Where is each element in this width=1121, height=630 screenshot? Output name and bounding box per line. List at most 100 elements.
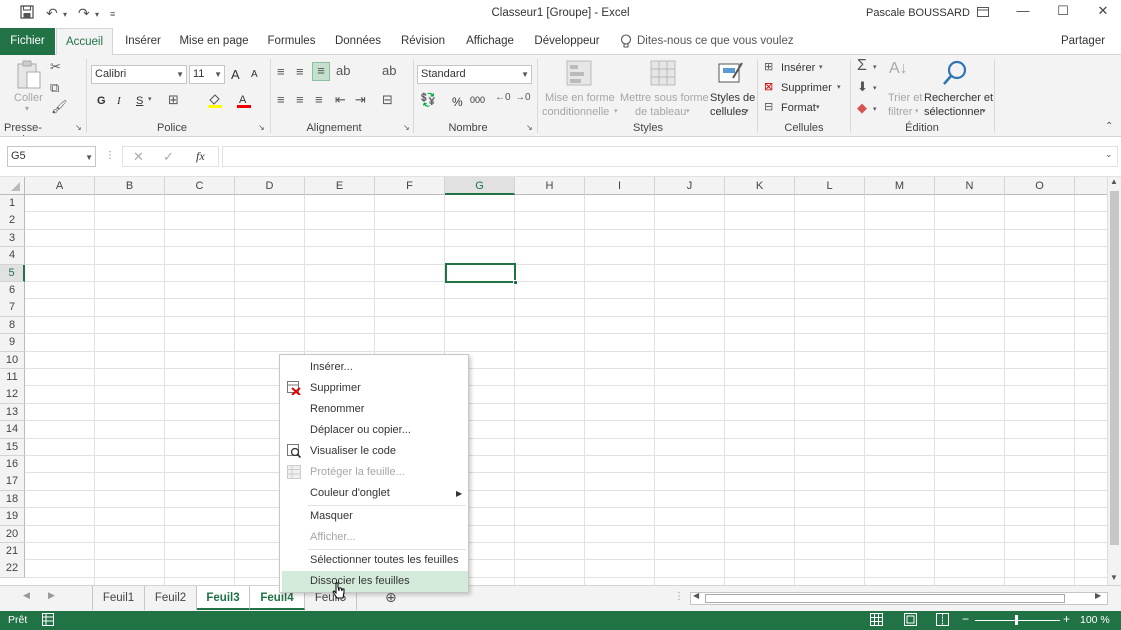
align-middle-icon[interactable]: ≡	[296, 64, 304, 79]
scroll-tabs-right-icon[interactable]: ▶	[48, 590, 55, 601]
menu-item-select-all-sheets[interactable]: Sélectionner toutes les feuilles	[282, 550, 468, 571]
formula-input[interactable]	[222, 146, 1118, 167]
row-header-12[interactable]: 12	[0, 386, 25, 404]
tab-insert[interactable]: Insérer	[122, 28, 164, 55]
column-header-h[interactable]: H	[515, 177, 585, 195]
conditional-formatting-icon[interactable]	[566, 60, 592, 89]
fill-handle[interactable]	[513, 280, 518, 285]
tab-review[interactable]: Révision	[397, 28, 449, 55]
align-right-icon[interactable]: ≡	[315, 92, 323, 107]
row-header-7[interactable]: 7	[0, 299, 25, 317]
find-select-icon[interactable]	[942, 60, 968, 89]
menu-item-hide[interactable]: Masquer	[282, 506, 468, 527]
menu-item-move-copy[interactable]: Déplacer ou copier...	[282, 420, 468, 441]
tab-developer[interactable]: Développeur	[531, 28, 603, 55]
active-cell-g5[interactable]	[445, 263, 518, 285]
minimize-icon[interactable]: —	[1010, 3, 1036, 23]
menu-item-view-code[interactable]: Visualiser le code	[282, 441, 468, 462]
row-header-16[interactable]: 16	[0, 456, 25, 474]
collapse-ribbon-icon[interactable]: ⌃	[1105, 121, 1113, 132]
decrease-decimal-icon[interactable]: →0	[515, 92, 531, 103]
cell-styles-label[interactable]: Styles de	[710, 92, 755, 104]
scroll-down-icon[interactable]: ▼	[1110, 573, 1118, 582]
cancel-icon[interactable]: ✕	[133, 149, 144, 165]
normal-view-icon[interactable]	[870, 613, 883, 629]
decrease-indent-icon[interactable]: ⇤	[335, 92, 346, 108]
autosum-icon[interactable]: Σ	[857, 57, 867, 75]
italic-button[interactable]: I	[117, 95, 121, 107]
clear-icon[interactable]: ◆	[857, 100, 867, 116]
format-painter-icon[interactable]: 🖌	[51, 99, 68, 115]
font-name-combo[interactable]: Calibri ▼	[91, 65, 187, 84]
horizontal-scrollbar[interactable]: ◀ ▶	[690, 591, 1108, 605]
tab-page-layout[interactable]: Mise en page	[177, 28, 251, 55]
row-header-4[interactable]: 4	[0, 247, 25, 265]
increase-indent-icon[interactable]: ⇥	[355, 92, 366, 108]
scroll-up-icon[interactable]: ▲	[1110, 177, 1118, 186]
merge-center-icon[interactable]: ⊟	[382, 92, 393, 108]
delete-cells-button[interactable]: Supprimer	[781, 82, 832, 94]
menu-item-insert[interactable]: Insérer...	[282, 357, 468, 378]
horizontal-scroll-thumb[interactable]	[705, 594, 1065, 603]
paste-icon[interactable]	[16, 60, 42, 93]
sheet-tab-feuil2[interactable]: Feuil2	[145, 586, 197, 610]
underline-dropdown-icon[interactable]: ▾	[148, 95, 152, 103]
fill-icon[interactable]: ⬇	[857, 79, 868, 95]
sheet-tab-feuil3[interactable]: Feuil3	[197, 586, 250, 610]
align-bottom-icon[interactable]: ≡	[312, 62, 330, 81]
row-header-21[interactable]: 21	[0, 543, 25, 561]
row-header-19[interactable]: 19	[0, 508, 25, 526]
tab-data[interactable]: Données	[332, 28, 384, 55]
column-header-i[interactable]: I	[585, 177, 655, 195]
scroll-left-icon[interactable]: ◀	[693, 591, 699, 600]
font-size-combo[interactable]: 11 ▼	[189, 65, 225, 84]
tab-home[interactable]: Accueil	[56, 28, 113, 56]
column-header-k[interactable]: K	[725, 177, 795, 195]
bold-button[interactable]: G	[97, 95, 106, 107]
row-header-14[interactable]: 14	[0, 421, 25, 439]
number-launcher-icon[interactable]: ↘	[526, 123, 533, 132]
zoom-in-icon[interactable]: +	[1063, 612, 1070, 626]
menu-item-unhide[interactable]: Afficher...	[282, 527, 468, 548]
close-icon[interactable]: ✕	[1090, 3, 1116, 23]
format-as-table-icon[interactable]	[650, 60, 676, 89]
menu-item-ungroup-sheets[interactable]: Dissocier les feuilles	[282, 571, 468, 592]
alignment-launcher-icon[interactable]: ↘	[403, 123, 410, 132]
column-header-j[interactable]: J	[655, 177, 725, 195]
row-header-6[interactable]: 6	[0, 282, 25, 300]
worksheet-grid[interactable]: ABCDEFGHIJKLMNO 1 2 3 4 5 6 7 8 9 10 11 12 13 14 15 16 1…	[0, 177, 1107, 585]
insert-cells-icon[interactable]: ⊞	[764, 60, 773, 73]
macro-record-icon[interactable]	[42, 613, 54, 629]
zoom-out-icon[interactable]: −	[962, 612, 969, 626]
fill-color-icon[interactable]	[207, 92, 223, 111]
shrink-font-button[interactable]: A	[251, 69, 258, 80]
format-cells-button[interactable]: Format	[781, 102, 816, 114]
more-options-icon[interactable]: ⋮	[105, 150, 115, 161]
scroll-tabs-left-icon[interactable]: ◀	[23, 590, 30, 601]
increase-decimal-icon[interactable]: ←0	[495, 92, 511, 103]
maximize-icon[interactable]: ☐	[1050, 3, 1076, 23]
ribbon-display-options-icon[interactable]	[970, 3, 996, 23]
row-header-20[interactable]: 20	[0, 525, 25, 544]
page-layout-view-icon[interactable]	[904, 613, 917, 629]
column-header-b[interactable]: B	[95, 177, 165, 195]
share-button[interactable]: Partager	[1058, 28, 1108, 55]
format-as-table-label[interactable]: Mettre sous forme	[620, 92, 709, 104]
column-header-d[interactable]: D	[235, 177, 305, 195]
paste-dropdown-icon[interactable]: ▾	[25, 104, 29, 113]
row-header-13[interactable]: 13	[0, 403, 25, 422]
delete-cells-icon[interactable]: ⊠	[764, 80, 773, 93]
comma-style-button[interactable]: 000	[470, 95, 485, 105]
align-left-icon[interactable]: ≡	[277, 92, 285, 107]
row-header-9[interactable]: 9	[0, 334, 25, 352]
borders-icon[interactable]: ⊞	[168, 92, 179, 108]
user-name[interactable]: Pascale BOUSSARD	[866, 7, 970, 19]
row-header-2[interactable]: 2	[0, 212, 25, 230]
column-header-a[interactable]: A	[25, 177, 95, 195]
sort-filter-label[interactable]: Trier et	[888, 92, 922, 104]
paste-label[interactable]: Coller	[14, 92, 43, 104]
column-header-f[interactable]: F	[375, 177, 445, 195]
row-header-8[interactable]: 8	[0, 316, 25, 335]
sort-filter-icon[interactable]: A↓	[889, 60, 908, 78]
accounting-format-icon[interactable]: 💱	[420, 92, 436, 108]
